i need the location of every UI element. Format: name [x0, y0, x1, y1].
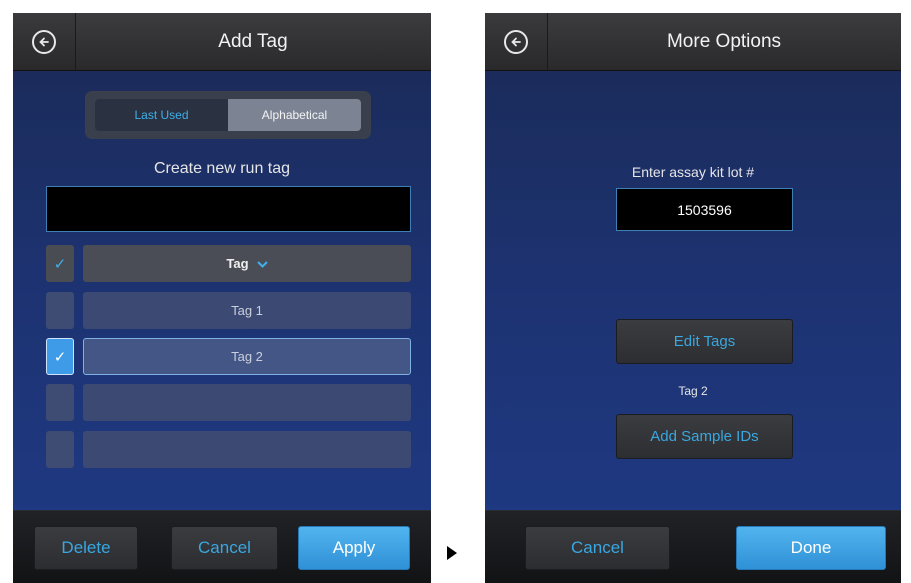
current-tag-label: Tag 2 — [678, 384, 708, 398]
segment-alphabetical[interactable]: Alphabetical — [228, 99, 361, 131]
list-item — [46, 384, 411, 421]
lot-number-input[interactable]: 1503596 — [616, 188, 793, 231]
done-button[interactable]: Done — [736, 526, 886, 570]
cancel-button[interactable]: Cancel — [525, 526, 670, 570]
title-bar: More Options — [485, 13, 901, 71]
tag-checkbox[interactable] — [46, 384, 74, 421]
list-item — [46, 431, 411, 468]
select-all-checkbox[interactable]: ✓ — [46, 245, 74, 282]
list-item: Tag 1 — [46, 292, 411, 329]
create-tag-label: Create new run tag — [153, 160, 291, 177]
tag-checkbox[interactable] — [46, 431, 74, 468]
checkmark-icon: ✓ — [53, 348, 67, 366]
back-arrow-icon — [504, 29, 528, 54]
add-tag-screen: Add Tag Last Used Alphabetical Create ne… — [13, 13, 431, 583]
chevron-down-icon — [256, 257, 268, 271]
add-sample-ids-button[interactable]: Add Sample IDs — [616, 414, 793, 459]
page-title: Add Tag — [218, 30, 288, 52]
tag-item[interactable] — [83, 431, 411, 468]
page-title: More Options — [666, 30, 782, 52]
tag-item[interactable]: Tag 1 — [83, 292, 411, 329]
cancel-button[interactable]: Cancel — [171, 526, 278, 570]
segment-last-used[interactable]: Last Used — [95, 99, 228, 131]
more-options-screen: More Options Enter assay kit lot # 15035… — [485, 13, 901, 583]
play-arrow-icon — [447, 546, 457, 560]
delete-button[interactable]: Delete — [34, 526, 138, 570]
back-button[interactable] — [13, 13, 76, 70]
new-tag-input[interactable] — [46, 186, 411, 232]
lot-number-label: Enter assay kit lot # — [631, 164, 755, 180]
back-button[interactable] — [485, 13, 548, 70]
tag-item[interactable]: Tag 2 — [83, 338, 411, 375]
checkmark-icon: ✓ — [53, 255, 67, 273]
footer-bar: Delete Cancel Apply — [13, 510, 431, 583]
title-bar: Add Tag — [13, 13, 431, 71]
tag-checkbox[interactable]: ✓ — [46, 338, 74, 375]
tag-sort-header[interactable]: Tag — [83, 245, 411, 282]
apply-button[interactable]: Apply — [298, 526, 410, 570]
list-item: ✓ Tag 2 — [46, 338, 411, 375]
sort-segmented-control: Last Used Alphabetical — [85, 91, 371, 139]
tag-item[interactable] — [83, 384, 411, 421]
tag-header-row: ✓ Tag — [46, 245, 411, 282]
back-arrow-icon — [32, 29, 56, 54]
footer-bar: Cancel Done — [485, 510, 901, 583]
tag-header-label: Tag — [226, 256, 249, 271]
edit-tags-button[interactable]: Edit Tags — [616, 319, 793, 364]
tag-checkbox[interactable] — [46, 292, 74, 329]
